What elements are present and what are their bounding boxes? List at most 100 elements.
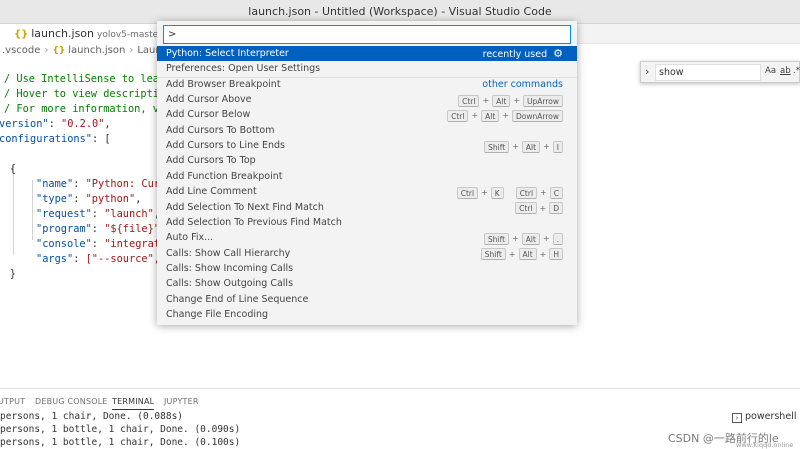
tab-output[interactable]: UTPUT <box>0 397 25 406</box>
command-item[interactable]: Add Line Comment Ctrl + K Ctrl + C <box>157 184 577 199</box>
key-cap: Ctrl <box>447 109 469 122</box>
key-cap: UpArrow <box>523 94 563 107</box>
tab-jupyter[interactable]: JUPYTER <box>164 397 199 406</box>
key-cap: D <box>549 202 563 214</box>
tab-launch-json[interactable]: {}launch.jsonyolov5-master • .vscode <box>0 24 160 44</box>
chevron-right-icon[interactable]: › <box>645 65 649 78</box>
command-label: Add Cursor Below <box>166 109 251 121</box>
keybinding: Ctrl + D <box>515 201 563 216</box>
key-cap: Shift <box>480 248 506 261</box>
terminal-line: persons, 1 bottle, 1 chair, Done. (0.100… <box>0 437 241 448</box>
command-item[interactable]: Add Cursors To Bottom <box>157 123 577 138</box>
command-label: Python: Select Interpreter <box>166 48 289 59</box>
command-label: Add Cursor Above <box>166 94 252 106</box>
key-cap: I <box>552 140 563 153</box>
keybinding: Ctrl + Alt + UpArrow <box>458 93 563 108</box>
window-title: launch.json - Untitled (Workspace) - Vis… <box>248 5 552 18</box>
breadcrumb-item-file[interactable]: launch.json <box>68 45 125 56</box>
command-item[interactable]: Calls: Show Call Hierarchy Shift + Alt + H <box>157 246 577 261</box>
command-label: Add Selection To Next Find Match <box>166 201 324 213</box>
key-cap: Alt <box>481 109 500 122</box>
code-line: "request": "launch", <box>36 208 160 220</box>
code-line: } <box>9 268 16 280</box>
key-cap: Shift <box>484 140 510 153</box>
command-item[interactable]: Calls: Show Incoming Calls <box>157 261 577 276</box>
command-label: Add Line Comment <box>166 186 257 198</box>
match-case-toggle[interactable]: Aa <box>765 66 776 76</box>
key-cap: Ctrl <box>515 202 537 214</box>
key-cap: . <box>552 232 563 245</box>
terminal-instance-powershell[interactable]: › powershell <box>732 411 800 427</box>
terminal-shell-label: powershell <box>745 411 797 422</box>
key-cap: C <box>549 186 563 199</box>
key-cap: Alt <box>521 140 541 153</box>
tab-subtitle: yolov5-master • .vscode <box>97 30 160 40</box>
command-item[interactable]: Auto Fix... Shift + Alt +. <box>157 230 577 245</box>
command-item[interactable]: Add Cursor Above Ctrl + Alt + UpArrow <box>157 92 577 107</box>
regex-toggle[interactable]: .* <box>793 66 800 76</box>
command-item[interactable]: Add Function Breakpoint <box>157 169 577 184</box>
keybinding: Ctrl + Alt + DownArrow <box>447 108 563 123</box>
command-item[interactable]: Calls: Show Outgoing Calls <box>157 276 577 291</box>
command-item[interactable]: Python: Select Interpreter recently used ⚙ <box>157 46 577 62</box>
command-label: Preferences: Open User Settings <box>166 63 321 75</box>
command-input[interactable] <box>163 25 571 44</box>
gear-icon[interactable]: ⚙ <box>553 47 563 60</box>
command-item[interactable]: Preferences: Open User Settings <box>157 61 577 76</box>
code-line: version": "0.2.0", <box>0 118 111 130</box>
command-item[interactable]: Change File Encoding <box>157 307 577 322</box>
key-cap: Ctrl <box>456 186 479 199</box>
command-item[interactable]: Add Cursors To Top <box>157 153 577 168</box>
keybinding: Shift + Alt +. <box>483 231 563 246</box>
command-palette: Python: Select Interpreter recently used ⚙… <box>157 21 577 325</box>
indent-guide <box>13 165 14 255</box>
whole-word-toggle[interactable]: ab <box>780 66 791 76</box>
code-line: { <box>9 163 16 175</box>
command-label: Add Cursors To Bottom <box>166 124 275 136</box>
key-cap: K <box>490 186 504 199</box>
code-line: configurations": [ <box>0 133 111 145</box>
keybinding: Shift + Alt + I <box>484 139 563 154</box>
json-file-icon: {} <box>52 46 66 56</box>
command-label: Add Function Breakpoint <box>166 170 283 182</box>
command-label: Calls: Show Incoming Calls <box>166 262 294 274</box>
indent-guide <box>32 180 33 240</box>
code-line: "type": "python", <box>36 193 142 205</box>
terminal-line: persons, 1 chair, Done. (0.088s) <box>0 411 184 422</box>
command-label: Add Selection To Previous Find Match <box>166 216 342 228</box>
tab-debug-console[interactable]: DEBUG CONSOLE <box>35 397 108 406</box>
chevron-right-icon: › <box>129 45 134 56</box>
tab-terminal[interactable]: TERMINAL <box>112 397 155 410</box>
command-item[interactable]: Add Cursors to Line Ends Shift + Alt + I <box>157 138 577 153</box>
breadcrumb-item-folder[interactable]: .vscode <box>2 45 40 56</box>
tab-label: launch.json <box>31 27 94 40</box>
command-label: Add Cursors To Top <box>166 155 256 167</box>
terminal-line: persons, 1 bottle, 1 chair, Done. (0.090… <box>0 424 241 435</box>
key-cap: Alt <box>521 232 540 245</box>
chevron-right-icon: › <box>44 45 49 56</box>
command-label: Change End of Line Sequence <box>166 293 309 305</box>
terminal-icon: › <box>732 413 742 423</box>
command-item[interactable]: Add Selection To Next Find Match Ctrl + D <box>157 200 577 215</box>
list-separator <box>157 76 577 78</box>
command-item[interactable]: Add Browser Breakpoint other commands <box>157 77 577 92</box>
other-commands-label: other commands <box>482 78 563 90</box>
command-label: Add Browser Breakpoint <box>166 78 281 90</box>
command-label: Calls: Show Outgoing Calls <box>166 278 294 290</box>
json-file-icon: {} <box>14 29 29 40</box>
keybinding: Ctrl + K Ctrl + C <box>456 185 563 200</box>
command-item[interactable]: Add Selection To Previous Find Match <box>157 215 577 230</box>
command-item[interactable]: Add Cursor Below Ctrl + Alt + DownArrow <box>157 107 577 122</box>
key-cap: Shift <box>483 232 510 245</box>
keybinding: Shift + Alt + H <box>480 247 563 262</box>
key-cap: H <box>549 248 563 261</box>
command-label: Auto Fix... <box>166 232 214 244</box>
key-cap: DownArrow <box>512 109 563 122</box>
recently-used-text: recently used <box>482 49 548 60</box>
command-label: Add Cursors to Line Ends <box>166 140 285 152</box>
command-item[interactable]: Change End of Line Sequence <box>157 292 577 307</box>
find-input[interactable] <box>655 64 761 81</box>
key-cap: Alt <box>518 248 537 261</box>
key-cap: Ctrl <box>458 94 480 107</box>
code-line: "program": "${file}", <box>36 223 166 235</box>
